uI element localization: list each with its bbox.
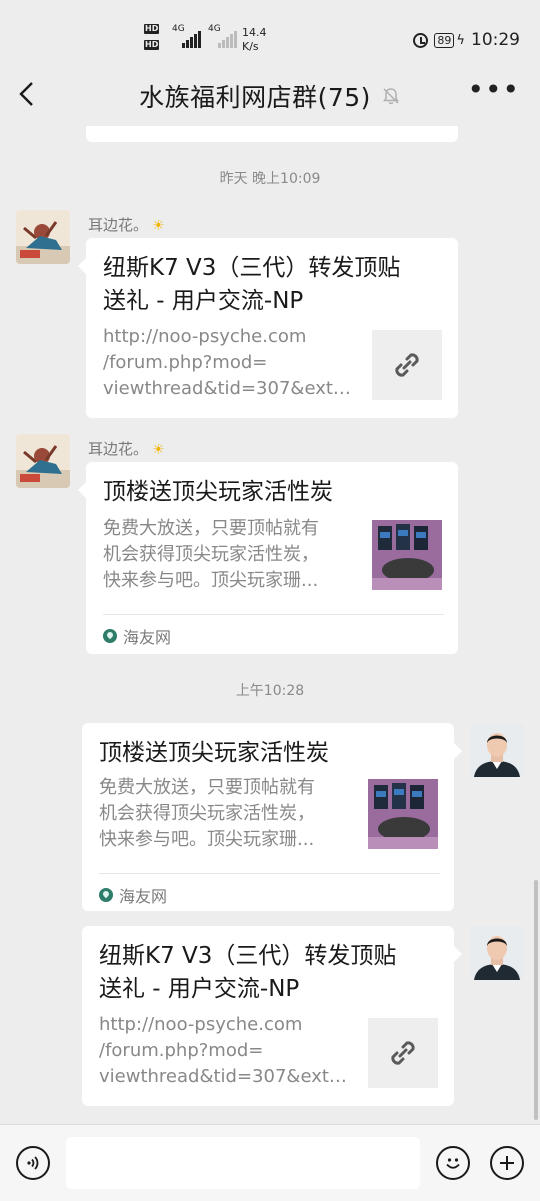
chat-title-wrap: 水族福利网店群(75) [0,78,540,114]
card-title-line: 纽斯K7 V3（三代）转发顶贴 [103,255,401,281]
previous-message-bubble[interactable] [86,126,458,142]
link-card[interactable]: 顶楼送顶尖玩家活性炭 免费大放送，只要顶帖就有 机会获得顶尖玩家活性炭， 快来参… [82,723,462,911]
emoji-icon[interactable] [436,1146,470,1180]
source-name: 海友网 [119,887,168,906]
source-name: 海友网 [123,628,172,647]
card-desc-line: 机会获得顶尖玩家活性炭， [103,544,319,565]
card-title-line: 送礼 - 用户交流-NP [103,288,304,314]
signal-strength-icon [182,30,201,48]
link-card[interactable]: 纽斯K7 V3（三代）转发顶贴 送礼 - 用户交流-NP http://noo-… [78,238,458,418]
timestamp: 昨天 晚上10:09 [219,171,321,187]
link-thumbnail [372,330,442,400]
sender-name: 耳边花。 ☀ [88,214,165,235]
card-description: 免费大放送，只要顶帖就有 机会获得顶尖玩家活性炭， 快来参与吧。顶尖玩家珊... [103,516,353,594]
link-thumbnail [368,1018,438,1088]
link-card[interactable]: 纽斯K7 V3（三代）转发顶贴 送礼 - 用户交流-NP http://noo-… [82,926,462,1106]
network-speed: 14.4 K/s [242,26,267,54]
card-description: http://noo-psyche.com /forum.php?mod= vi… [103,324,353,402]
card-desc-line: http://noo-psyche.com [103,326,307,347]
hd-voice-icon: HD [144,40,160,50]
card-title-line: 纽斯K7 V3（三代）转发顶贴 [99,943,397,969]
sender-name: 耳边花。 ☀ [88,438,165,459]
sender-name-text: 耳边花。 [88,440,149,458]
card-desc-line: 快来参与吧。顶尖玩家珊... [99,829,315,850]
link-card[interactable]: 顶楼送顶尖玩家活性炭 免费大放送，只要顶帖就有 机会获得顶尖玩家活性炭， 快来参… [78,462,458,654]
battery-icon: 89 [434,32,455,48]
card-desc-line: 免费大放送，只要顶帖就有 [99,777,315,798]
signal-strength-icon-2 [218,30,237,48]
article-thumbnail [372,520,442,590]
source-app-icon [103,629,117,643]
add-more-icon[interactable] [490,1146,524,1180]
sun-emoji-icon: ☀ [152,218,165,234]
card-title: 纽斯K7 V3（三代）转发顶贴 送礼 - 用户交流-NP [103,252,444,318]
card-desc-line: viewthread&tid=307&extr... [103,378,353,399]
card-source: 海友网 [99,883,167,907]
source-app-icon [99,888,113,902]
input-bar [0,1124,540,1201]
card-divider [99,873,440,874]
more-options-icon[interactable]: ••• [467,76,520,104]
link-icon [395,353,419,377]
voice-input-icon[interactable] [16,1146,50,1180]
net-speed-value: 14.4 [242,26,267,39]
scrollbar[interactable] [534,880,538,1120]
message-input[interactable] [66,1137,420,1189]
avatar[interactable] [470,926,524,980]
avatar[interactable] [470,723,524,777]
card-desc-line: 快来参与吧。顶尖玩家珊... [103,570,319,591]
article-thumbnail [368,779,438,849]
alarm-icon [413,32,429,48]
card-title: 顶楼送顶尖玩家活性炭 [99,740,329,766]
card-title-line: 送礼 - 用户交流-NP [99,976,300,1002]
clock: 10:29 [471,30,520,50]
timestamp: 上午10:28 [235,683,305,699]
avatar[interactable] [16,434,70,488]
chat-header: 水族福利网店群(75) ••• [0,62,540,126]
card-divider [103,614,444,615]
card-desc-line: /forum.php?mod= [103,352,268,373]
hd-voice-icon: HD [144,24,160,34]
chat-title: 水族福利网店群(75) [139,83,371,112]
avatar[interactable] [16,210,70,264]
card-title: 纽斯K7 V3（三代）转发顶贴 送礼 - 用户交流-NP [99,940,440,1006]
card-desc-line: 机会获得顶尖玩家活性炭， [99,803,315,824]
link-icon [391,1041,415,1065]
message-list[interactable]: 昨天 晚上10:09 耳边花。 ☀ 纽斯K7 V3（三代）转发顶贴 送礼 - 用户… [0,126,540,1124]
sender-name-text: 耳边花。 [88,216,149,234]
mute-bell-icon [382,88,399,105]
card-description: http://noo-psyche.com /forum.php?mod= vi… [99,1012,349,1090]
card-desc-line: viewthread&tid=307&extr... [99,1066,349,1087]
charging-icon: ϟ [456,32,465,48]
card-description: 免费大放送，只要顶帖就有 机会获得顶尖玩家活性炭， 快来参与吧。顶尖玩家珊... [99,775,349,853]
sun-emoji-icon: ☀ [152,442,165,458]
status-bar: HD HD 4G 4G 14.4 K/s 89 ϟ 10:29 [0,0,540,62]
card-desc-line: http://noo-psyche.com [99,1014,303,1035]
card-desc-line: /forum.php?mod= [99,1040,264,1061]
net-speed-unit: K/s [242,40,259,53]
card-source: 海友网 [103,624,171,648]
card-desc-line: 免费大放送，只要顶帖就有 [103,518,319,539]
card-title: 顶楼送顶尖玩家活性炭 [103,479,333,505]
